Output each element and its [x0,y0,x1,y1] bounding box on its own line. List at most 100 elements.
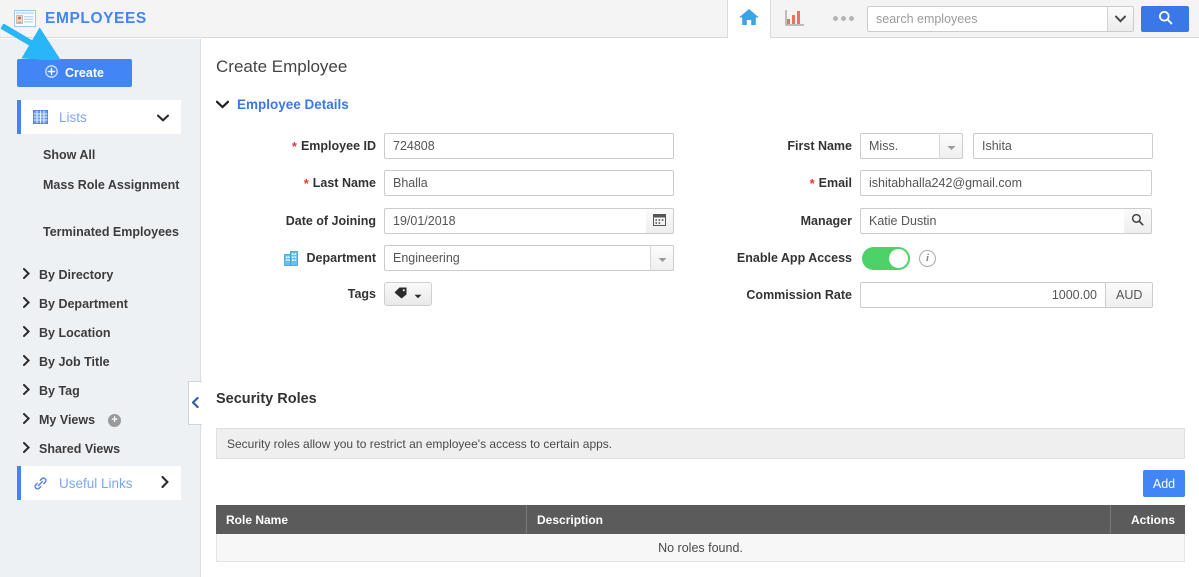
email-input[interactable] [860,170,1152,196]
home-button[interactable] [727,0,771,38]
sidebar-item-my-views[interactable]: My Views + [23,413,122,427]
department-dropdown-arrow[interactable] [650,245,674,271]
employee-id-input[interactable] [384,133,674,159]
tags-dropdown-button[interactable] [384,282,432,306]
plus-circle-icon [45,65,58,81]
manager-lookup-button[interactable] [1124,208,1152,234]
search-icon [1158,10,1173,28]
search-icon [1131,213,1144,229]
required-marker: * [303,176,309,191]
field-commission-rate: Commission Rate AUD [722,282,1154,308]
chevron-right-icon [23,442,31,456]
date-of-joining-input[interactable] [384,208,646,234]
sidebar-item-useful-links-label: Useful Links [59,475,133,491]
first-name-input[interactable] [973,133,1153,159]
sidebar-item-terminated-employees[interactable]: Terminated Employees [43,224,183,240]
caret-down-icon [658,251,667,266]
field-date-of-joining: Date of Joining [216,208,674,234]
sidebar-item-lists[interactable]: Lists [17,100,181,134]
chevron-right-icon [23,297,31,311]
sidebar-collapse-handle[interactable] [188,381,202,425]
add-view-icon[interactable]: + [108,413,122,427]
building-icon [283,250,299,266]
sidebar-item-by-department[interactable]: By Department [23,297,128,311]
ellipsis-icon [832,16,854,21]
search-scope-dropdown[interactable] [1107,6,1133,31]
grid-icon [27,110,53,124]
field-manager: Manager [722,208,1152,234]
sidebar-item-by-tag[interactable]: By Tag [23,384,80,398]
sidebar-item-by-directory[interactable]: By Directory [23,268,113,282]
chevron-left-icon [191,396,199,411]
info-icon[interactable]: i [919,249,936,267]
sidebar-item-label: By Location [39,326,111,340]
field-tags: Tags [216,281,432,307]
link-icon [27,476,53,491]
sidebar-item-useful-links[interactable]: Useful Links [17,466,181,500]
security-roles-note: Security roles allow you to restrict an … [216,428,1185,459]
field-label: Manager [800,214,852,228]
sidebar-item-mass-role-assignment[interactable]: Mass Role Assignment [43,177,183,193]
page-title: Create Employee [216,57,348,76]
field-label: Email [818,176,852,190]
field-label: Enable App Access [736,251,852,265]
field-department: Department [216,245,674,271]
caret-down-icon [947,139,956,154]
app-title: EMPLOYEES [45,9,147,27]
salutation-dropdown-arrow[interactable] [939,133,963,159]
field-label: Tags [347,287,376,301]
field-last-name: * Last Name [216,170,674,196]
required-marker: * [809,176,815,191]
chevron-right-icon [161,475,169,491]
field-label: Date of Joining [285,214,376,228]
table-empty-row: No roles found. [216,534,1185,562]
sidebar-item-label: Show All [43,148,96,162]
add-role-button[interactable]: Add [1143,470,1185,497]
sidebar-item-label: Shared Views [39,442,121,456]
required-marker: * [291,139,297,154]
bar-chart-icon [785,8,805,29]
last-name-input[interactable] [384,170,674,196]
sidebar-item-label: Mass Role Assignment [43,178,180,192]
sidebar-item-by-job-title[interactable]: By Job Title [23,355,110,369]
chevron-down-icon [156,110,170,125]
toggle-knob [889,248,908,268]
field-enable-app-access: Enable App Access i [722,245,936,271]
calendar-icon [653,213,666,229]
calendar-picker-button[interactable] [646,208,674,234]
sidebar-item-label: My Views [39,413,96,427]
chevron-right-icon [23,326,31,340]
sidebar-item-label: By Job Title [39,355,110,369]
chevron-right-icon [23,384,31,398]
column-header-actions: Actions [1130,512,1175,527]
department-select[interactable] [384,245,650,271]
create-button-label: Create [65,66,104,80]
column-header-description: Description [527,505,1111,534]
reports-button[interactable] [771,0,819,38]
field-label: Last Name [312,176,376,190]
search-input[interactable] [868,6,1107,31]
sidebar-item-shared-views[interactable]: Shared Views [23,442,120,456]
employee-details-section-header[interactable]: Employee Details [215,97,349,112]
security-roles-table: Role Name Description Actions No roles f… [216,505,1185,562]
sidebar-item-show-all[interactable]: Show All [43,147,183,163]
create-button[interactable]: Create [17,59,132,87]
column-header-role-name: Role Name [216,505,527,534]
field-email: * Email [722,170,1152,196]
manager-input[interactable] [860,208,1124,234]
search-button[interactable] [1141,5,1189,32]
field-first-name: First Name [722,133,1153,159]
salutation-select[interactable] [860,133,939,159]
home-icon [738,7,760,30]
enable-app-access-toggle[interactable] [862,246,910,270]
search-box [867,5,1134,32]
security-roles-title: Security Roles [216,391,317,407]
chevron-down-icon [215,97,230,112]
app-identity: EMPLOYEES [0,10,147,28]
commission-rate-input[interactable] [860,282,1105,308]
chevron-right-icon [23,268,31,282]
sidebar-item-by-location[interactable]: By Location [23,326,111,340]
more-options-button[interactable] [819,0,867,38]
sidebar: Create Lists Show All Mass Role Assignme… [0,39,202,577]
chevron-right-icon [23,355,31,369]
